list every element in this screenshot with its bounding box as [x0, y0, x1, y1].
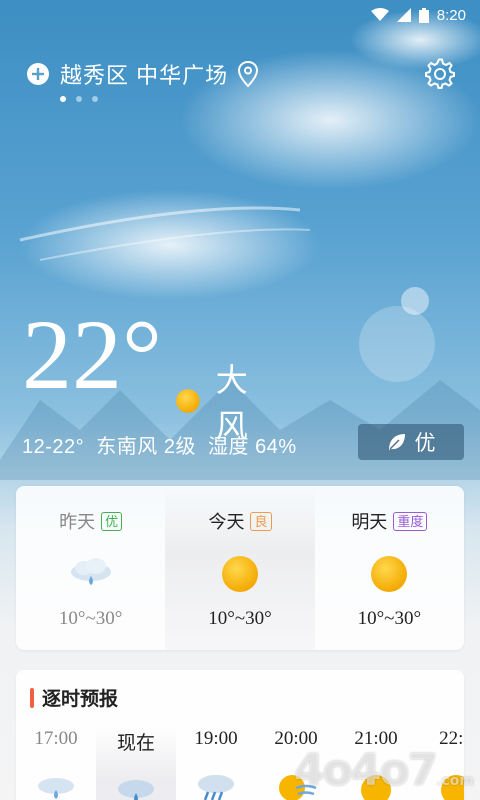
- daily-forecast-card: 昨天 优 10°~30° 今天 良 10°~30° 明天 重度 10°~30°: [16, 486, 464, 650]
- day-temperature: 10°~30°: [208, 608, 272, 629]
- weather-details: 12-22° 东南风 2级 湿度 64%: [22, 436, 297, 458]
- hour-time: 19:00: [194, 728, 238, 749]
- day-temperature: 10°~30°: [357, 608, 422, 629]
- title-accent-bar: [30, 687, 34, 708]
- hour-time: 现在: [116, 733, 155, 754]
- hour-time: 17:00: [34, 728, 78, 749]
- hourly-title-text: 逐时预报: [42, 689, 119, 710]
- hour-item-now[interactable]: 现在: [96, 728, 176, 800]
- day-tomorrow[interactable]: 明天 重度 10°~30°: [315, 486, 464, 650]
- location-pin-icon[interactable]: [236, 60, 260, 88]
- cloud-rain-icon: [34, 770, 78, 800]
- current-temperature: 22°: [22, 299, 162, 410]
- battery-icon: [418, 7, 429, 23]
- wifi-icon: [370, 8, 389, 22]
- current-weather: 22° 大风: [22, 299, 248, 445]
- header: 越秀区 中华广场: [26, 56, 460, 92]
- cloud-rain-heavy-icon: [194, 770, 238, 800]
- settings-button[interactable]: [424, 58, 456, 90]
- page-dot: [60, 96, 66, 102]
- page-indicator: [60, 96, 98, 102]
- sun-icon: [176, 389, 200, 413]
- page-dot: [76, 96, 82, 102]
- day-name: 今天: [208, 512, 245, 532]
- hour-item[interactable]: 19:00: [176, 728, 256, 800]
- plus-icon: [27, 63, 49, 85]
- hour-item[interactable]: 17:00: [16, 728, 96, 800]
- air-quality-badge: 优: [101, 511, 123, 531]
- signal-icon: [396, 8, 411, 22]
- add-city-button[interactable]: [26, 62, 50, 86]
- location-name[interactable]: 越秀区 中华广场: [60, 58, 228, 90]
- air-quality-button[interactable]: 优: [358, 424, 464, 460]
- watermark-text: 4o4o7: [293, 745, 438, 796]
- status-time: 8:20: [436, 6, 466, 24]
- sun-icon: [220, 552, 260, 596]
- watermark: 4o4o7.com: [294, 745, 474, 796]
- gear-icon: [425, 58, 455, 89]
- air-quality-badge: 良: [250, 511, 272, 531]
- sun-icon: [369, 552, 409, 596]
- cloud-rain-icon: [114, 775, 158, 800]
- page-dot: [92, 96, 98, 102]
- day-today[interactable]: 今天 良 10°~30°: [165, 486, 315, 650]
- air-quality-badge: 重度: [393, 511, 428, 531]
- day-name: 昨天: [59, 512, 96, 532]
- day-yesterday[interactable]: 昨天 优 10°~30°: [16, 486, 165, 650]
- hourly-title: 逐时预报: [30, 684, 118, 711]
- day-name: 明天: [351, 512, 388, 532]
- air-quality-label: 优: [414, 432, 436, 455]
- cloud-rain-icon: [67, 552, 115, 596]
- status-bar: 8:20: [0, 0, 480, 30]
- leaf-icon: [388, 434, 405, 450]
- day-temperature: 10°~30°: [58, 608, 123, 629]
- watermark-suffix: .com: [436, 773, 474, 789]
